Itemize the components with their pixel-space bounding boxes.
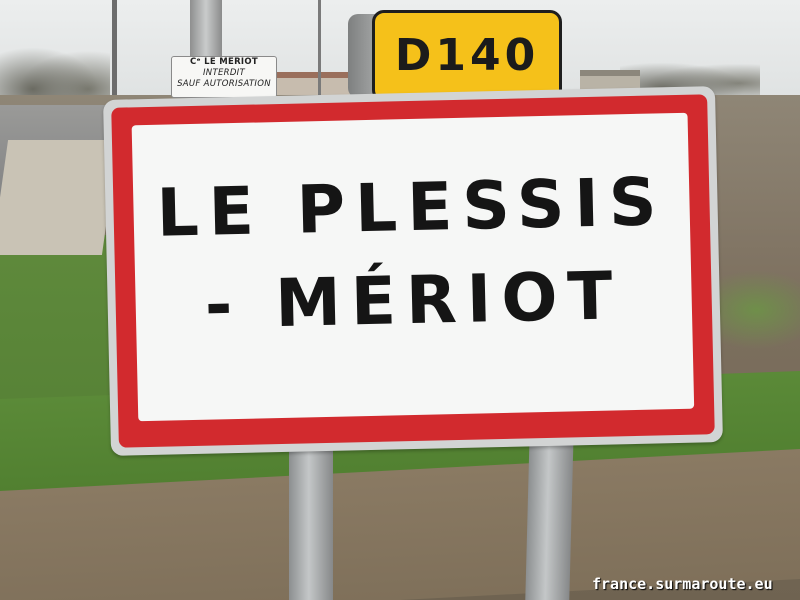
gravel-verge [0,140,119,255]
access-sign-line-3: SAUF AUTORISATION [177,79,271,89]
town-entry-sign: LE PLESSIS - MÉRIOT [103,86,723,456]
route-plate: D140 [372,10,562,102]
access-sign-line-1: Cᵉ LE MERIOT [189,57,259,67]
antenna [318,0,321,95]
town-name-line-1: LE PLESSIS [155,163,668,252]
route-number: D140 [394,30,540,81]
sign-pole [190,0,222,60]
town-sign-panel: LE PLESSIS - MÉRIOT [131,112,695,422]
mast [112,0,117,95]
watermark: france.surmaroute.eu [592,575,773,593]
town-name-line-2: - MÉRIOT [204,257,624,344]
photo-scene: Cᵉ LE MERIOT INTERDIT SAUF AUTORISATION … [0,0,800,600]
access-sign-line-2: INTERDIT [203,68,245,78]
access-sign: Cᵉ LE MERIOT INTERDIT SAUF AUTORISATION [171,56,277,98]
